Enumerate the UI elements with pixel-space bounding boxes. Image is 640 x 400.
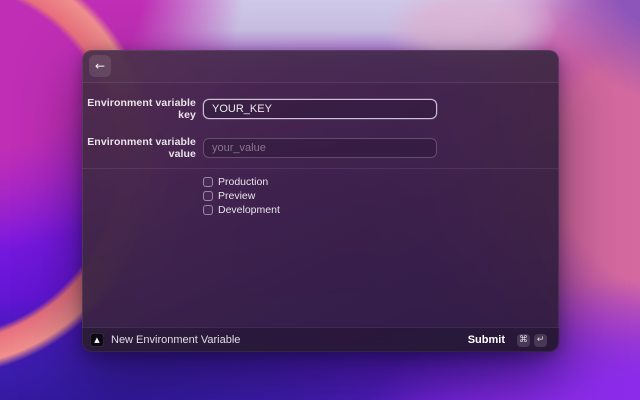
env-key-label: Environment variable key — [87, 97, 196, 121]
vercel-logo-icon: ▲ — [90, 333, 104, 347]
section-divider — [82, 168, 559, 169]
env-key-input[interactable] — [203, 99, 437, 119]
checkbox-row-production[interactable]: Production — [203, 175, 559, 189]
environment-checkbox-group: Production Preview Development — [82, 175, 559, 217]
window-header: ← — [82, 50, 559, 83]
checkbox-unchecked-icon — [203, 191, 213, 201]
checkbox-label: Preview — [218, 190, 256, 202]
cmd-key-icon: ⌘ — [517, 333, 530, 347]
env-value-input[interactable] — [203, 138, 437, 158]
new-environment-variable-window: ← Environment variable key Environment v… — [82, 50, 559, 352]
env-value-label: Environment variable value — [87, 136, 196, 160]
return-key-icon: ↵ — [534, 333, 547, 347]
checkbox-unchecked-icon — [203, 205, 213, 215]
window-footer: ▲ New Environment Variable Submit ⌘ ↵ — [82, 327, 559, 352]
checkbox-label: Development — [218, 204, 280, 216]
back-arrow-icon: ← — [94, 59, 106, 73]
submit-button[interactable]: Submit — [468, 334, 505, 346]
form-row-value: Environment variable value — [82, 136, 559, 160]
checkbox-row-development[interactable]: Development — [203, 203, 559, 217]
checkbox-label: Production — [218, 176, 269, 188]
checkbox-unchecked-icon — [203, 177, 213, 187]
form-body: Environment variable key Environment var… — [82, 97, 559, 217]
vercel-triangle-glyph: ▲ — [94, 335, 100, 344]
back-button[interactable]: ← — [89, 55, 111, 77]
checkbox-row-preview[interactable]: Preview — [203, 189, 559, 203]
command-title: New Environment Variable — [111, 334, 241, 346]
footer-actions: Submit ⌘ ↵ — [468, 333, 547, 347]
form-row-key: Environment variable key — [82, 97, 559, 121]
desktop: ← Environment variable key Environment v… — [0, 0, 640, 400]
